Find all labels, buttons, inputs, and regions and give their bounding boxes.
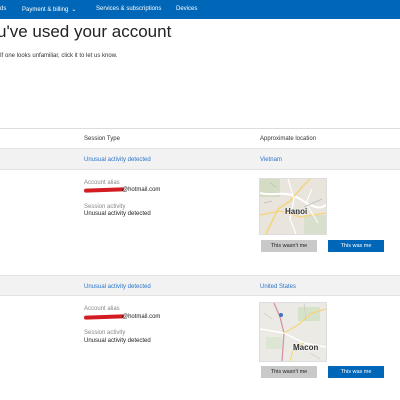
chevron-down-icon: ⌄ bbox=[71, 7, 77, 13]
this-was-me-button[interactable]: This was me bbox=[328, 366, 384, 378]
account-alias-label: Account alias bbox=[84, 306, 120, 312]
session-activity-label: Session activity bbox=[84, 330, 126, 336]
session-type-link[interactable]: Unusual activity detected bbox=[84, 284, 151, 290]
map-city-label: Hanoi bbox=[285, 207, 308, 216]
redaction-mark bbox=[83, 314, 125, 320]
session-activity-label: Session activity bbox=[84, 204, 126, 210]
location-link[interactable]: United States bbox=[260, 284, 296, 290]
page-title: u've used your account bbox=[0, 22, 172, 41]
session-activity-value: Unusual activity detected bbox=[84, 211, 151, 217]
header-divider bbox=[0, 128, 400, 129]
map-city-label: Macon bbox=[293, 343, 319, 352]
column-header-session-type: Session Type bbox=[84, 136, 120, 142]
redaction-mark bbox=[83, 187, 125, 193]
top-nav: ds Payment & billing ⌄ Services & subscri… bbox=[0, 0, 400, 19]
location-map: Hanoi bbox=[259, 178, 327, 235]
column-header-location: Approximate location bbox=[260, 136, 317, 142]
location-link[interactable]: Vietnam bbox=[260, 157, 282, 163]
account-alias-value: @hotmail.com bbox=[122, 314, 161, 320]
nav-item-label: Payment & billing bbox=[22, 7, 69, 13]
nav-item-devices[interactable]: Devices bbox=[176, 6, 197, 12]
session-row-summary[interactable] bbox=[0, 148, 400, 170]
nav-item-partial[interactable]: ds bbox=[0, 6, 6, 12]
session-activity-value: Unusual activity detected bbox=[84, 338, 151, 344]
account-alias-value: @hotmail.com bbox=[122, 187, 161, 193]
this-wasnt-me-button[interactable]: This wasn't me bbox=[261, 240, 317, 252]
this-wasnt-me-button[interactable]: This wasn't me bbox=[261, 366, 317, 378]
nav-item-services-subscriptions[interactable]: Services & subscriptions bbox=[96, 6, 161, 12]
session-type-link[interactable]: Unusual activity detected bbox=[84, 157, 151, 163]
page-subtitle: If one looks unfamiliar, click it to let… bbox=[0, 53, 118, 59]
this-was-me-button[interactable]: This was me bbox=[328, 240, 384, 252]
session-row-summary[interactable] bbox=[0, 275, 400, 296]
nav-item-payment-billing[interactable]: Payment & billing ⌄ bbox=[22, 6, 76, 13]
account-alias-label: Account alias bbox=[84, 180, 120, 186]
location-map: Macon bbox=[259, 302, 327, 362]
